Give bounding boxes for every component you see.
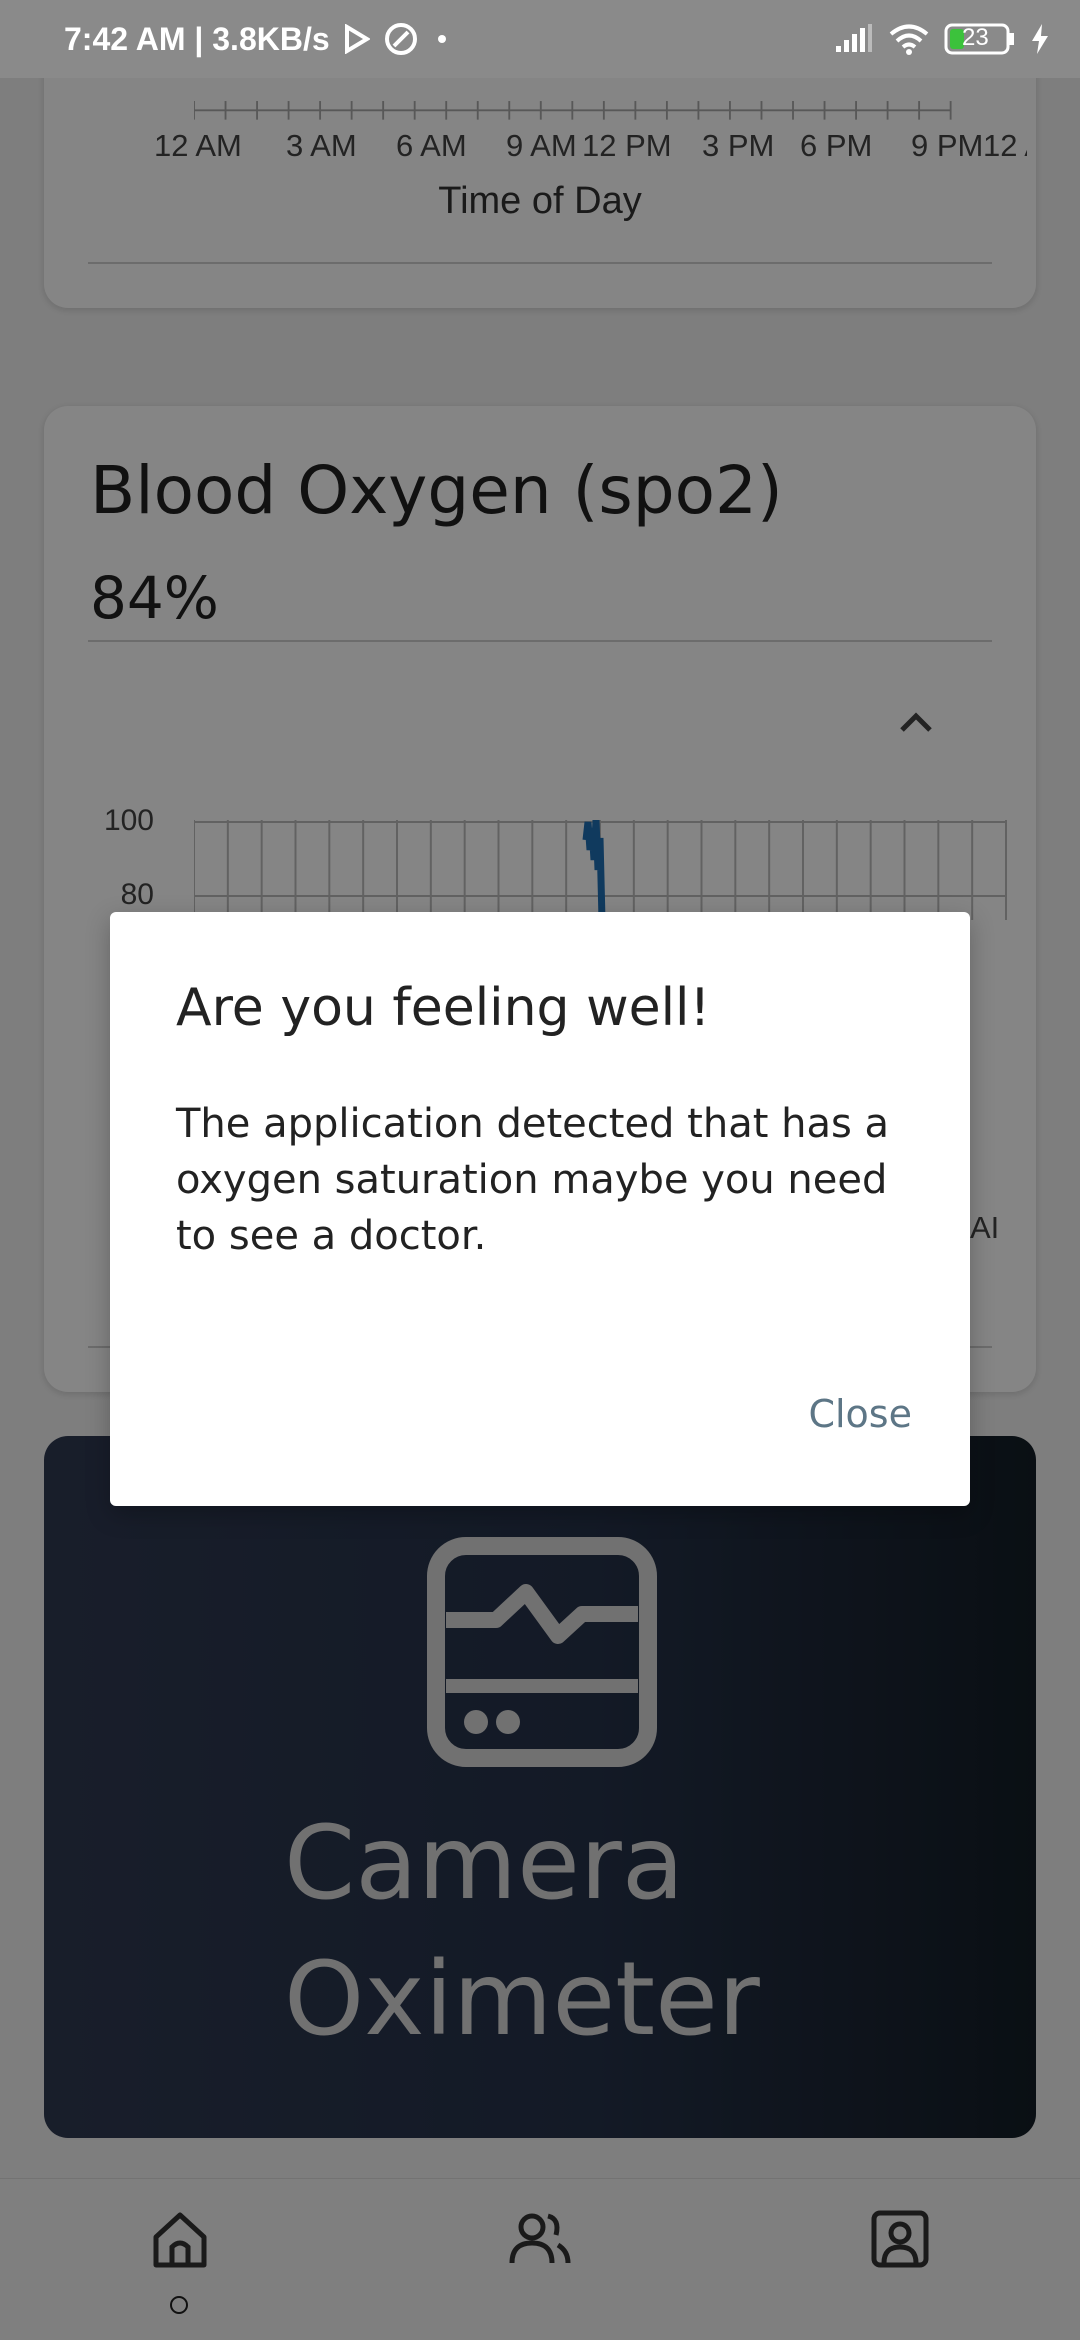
vpn-icon bbox=[384, 22, 418, 56]
battery-level: 23 bbox=[962, 24, 989, 51]
status-bar: 7:42 AM | 3.8KB/s 23 bbox=[0, 0, 1080, 78]
play-store-icon bbox=[344, 24, 370, 54]
battery-icon: 23 bbox=[944, 22, 1016, 56]
wifi-icon bbox=[888, 23, 930, 55]
alert-dialog: Are you feeling well! The application de… bbox=[110, 912, 970, 1506]
dot-icon bbox=[432, 29, 452, 49]
dialog-title: Are you feeling well! bbox=[176, 978, 711, 1038]
status-time-speed: 7:42 AM | 3.8KB/s bbox=[64, 20, 330, 57]
dialog-message: The application detected that has a oxyg… bbox=[176, 1101, 890, 1259]
close-button[interactable]: Close bbox=[808, 1392, 912, 1436]
signal-icon bbox=[834, 24, 874, 54]
charging-icon bbox=[1030, 23, 1050, 55]
